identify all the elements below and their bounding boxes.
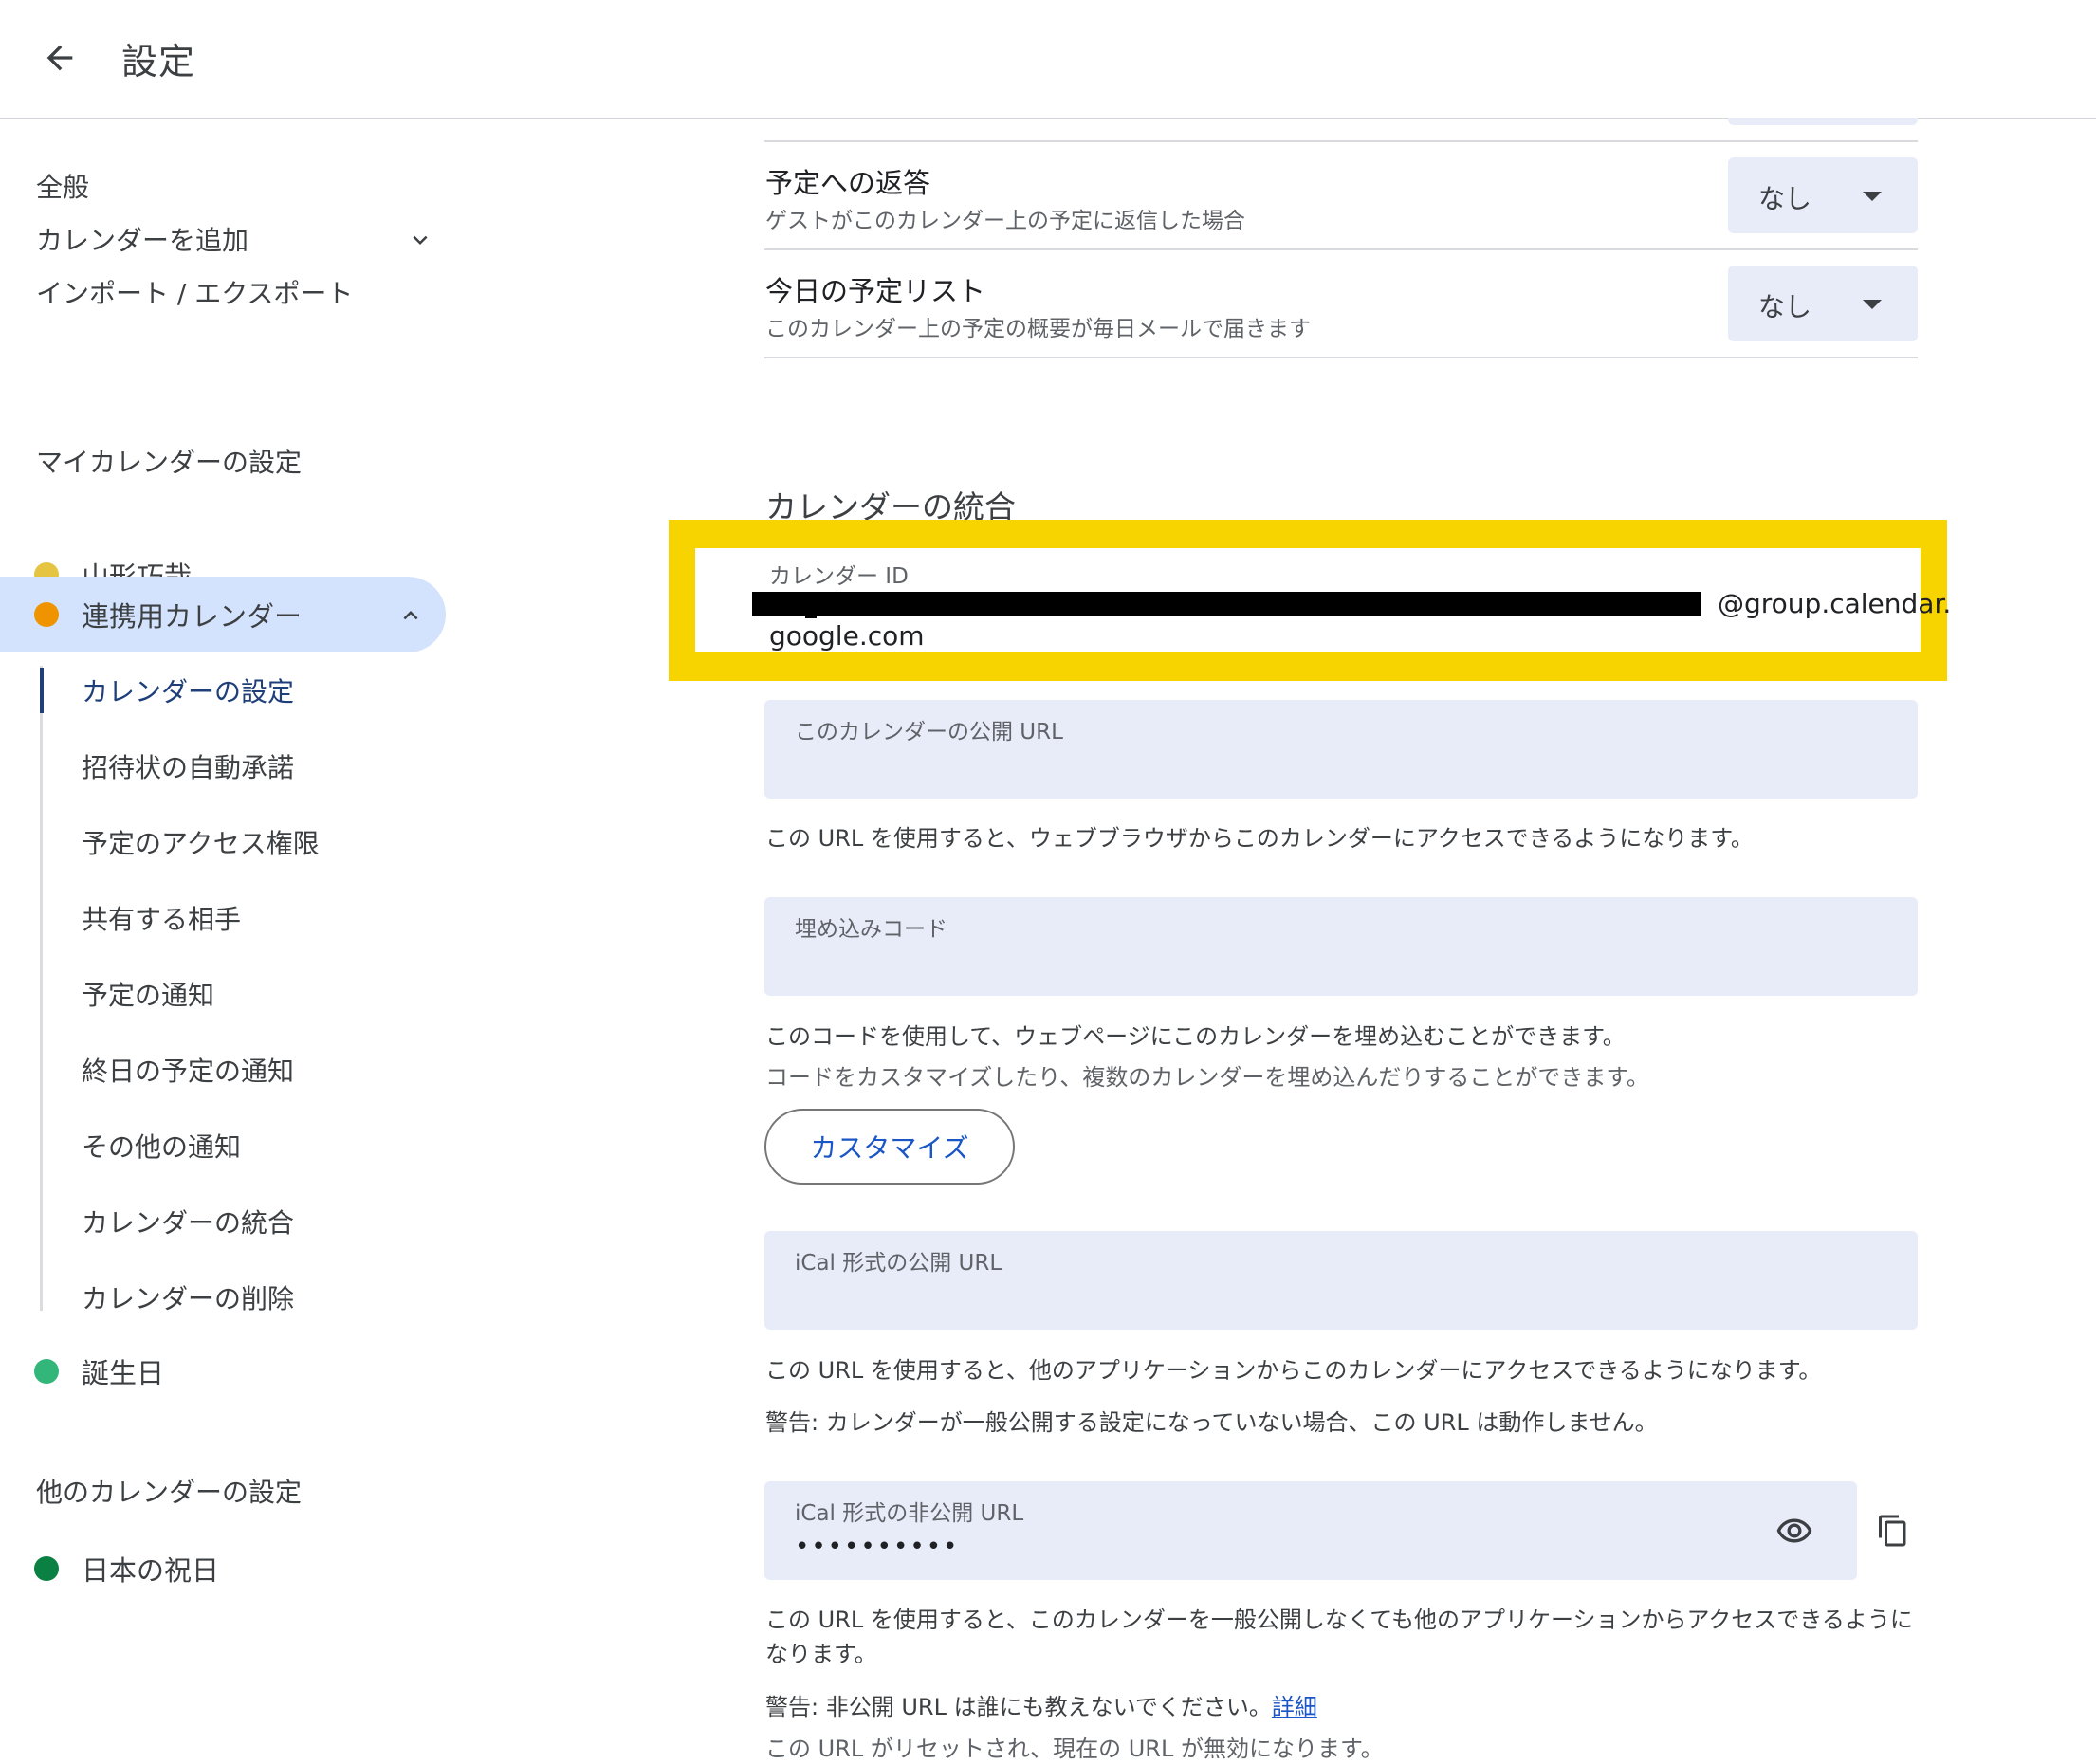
divider bbox=[764, 357, 1918, 358]
ical-private-help: この URL を使用すると、このカレンダーを一般公開しなくても他のアプリケーショ… bbox=[765, 1607, 1913, 1633]
highlight-box: カレンダー ID @group.calendar. google.com bbox=[669, 520, 1951, 681]
dropdown-caret-icon bbox=[1863, 300, 1882, 309]
calendar-id-value-continued: google.com bbox=[769, 620, 925, 652]
details-link[interactable]: 詳細 bbox=[1272, 1694, 1317, 1720]
ical-private-help-continued: なります。 bbox=[765, 1641, 877, 1667]
embed-help-secondary: コードをカスタマイズしたり、複数のカレンダーを埋め込んだりすることができます。 bbox=[765, 1064, 1649, 1091]
copy-icon bbox=[1879, 1515, 1906, 1547]
ical-private-warning: 警告: 非公開 URL は誰にも教えないでください。 bbox=[765, 1694, 1272, 1720]
public-url-field[interactable]: このカレンダーの公開 URL bbox=[764, 700, 1918, 799]
daily-agenda-select[interactable]: なし bbox=[1728, 266, 1918, 341]
previous-dropdown-edge bbox=[1728, 118, 1918, 125]
select-value: なし bbox=[1758, 183, 1812, 214]
dropdown-caret-icon bbox=[1863, 192, 1882, 201]
ical-public-url-field[interactable]: iCal 形式の公開 URL bbox=[764, 1231, 1918, 1330]
copy-url-button[interactable] bbox=[1868, 1506, 1918, 1555]
row-subtitle: ゲストがこのカレンダー上の予定に返信した場合 bbox=[765, 209, 1245, 233]
ical-public-help: この URL を使用すると、他のアプリケーションからこのカレンダーにアクセスでき… bbox=[765, 1357, 1822, 1384]
reset-note: この URL がリセットされ、現在の URL が無効になります。 bbox=[765, 1736, 1384, 1762]
ical-private-warning-line: 警告: 非公開 URL は誰にも教えないでください。詳細 bbox=[765, 1688, 1317, 1721]
settings-main: 予定への返答 ゲストがこのカレンダー上の予定に返信した場合 なし 今日の予定リス… bbox=[0, 0, 2096, 1764]
calendar-id-block: カレンダー ID @group.calendar. google.com bbox=[695, 548, 1951, 652]
eye-icon bbox=[1776, 1518, 1812, 1543]
field-label: iCal 形式の公開 URL bbox=[795, 1251, 1002, 1276]
select-value: なし bbox=[1758, 291, 1812, 322]
row-title: 予定への返答 bbox=[765, 167, 931, 199]
redaction-mark bbox=[805, 616, 817, 618]
ical-public-warning: 警告: カレンダーが一般公開する設定になっていない場合、この URL は動作しま… bbox=[765, 1409, 1658, 1436]
field-label: iCal 形式の非公開 URL bbox=[795, 1501, 1024, 1526]
event-responses-select[interactable]: なし bbox=[1728, 157, 1918, 233]
public-url-help: この URL を使用すると、ウェブブラウザからこのカレンダーにアクセスできるよう… bbox=[765, 825, 1754, 852]
divider bbox=[764, 140, 1918, 142]
show-url-button[interactable] bbox=[1770, 1506, 1819, 1555]
calendar-id-label: カレンダー ID bbox=[769, 564, 909, 589]
ical-private-url-field[interactable]: iCal 形式の非公開 URL •••••••••• bbox=[764, 1481, 1857, 1580]
embed-help: このコードを使用して、ウェブページにこのカレンダーを埋め込むことができます。 bbox=[765, 1023, 1626, 1050]
redaction-bar bbox=[752, 592, 1701, 616]
customize-button[interactable]: カスタマイズ bbox=[764, 1109, 1015, 1185]
field-label: 埋め込みコード bbox=[795, 917, 947, 942]
row-title: 今日の予定リスト bbox=[765, 275, 986, 307]
field-label: このカレンダーの公開 URL bbox=[795, 720, 1063, 744]
divider bbox=[764, 248, 1918, 250]
masked-url-value: •••••••••• bbox=[795, 1533, 960, 1561]
row-subtitle: このカレンダー上の予定の概要が毎日メールで届きます bbox=[765, 317, 1311, 341]
embed-code-field[interactable]: 埋め込みコード bbox=[764, 897, 1918, 996]
calendar-id-value: @group.calendar. bbox=[1718, 588, 1952, 619]
